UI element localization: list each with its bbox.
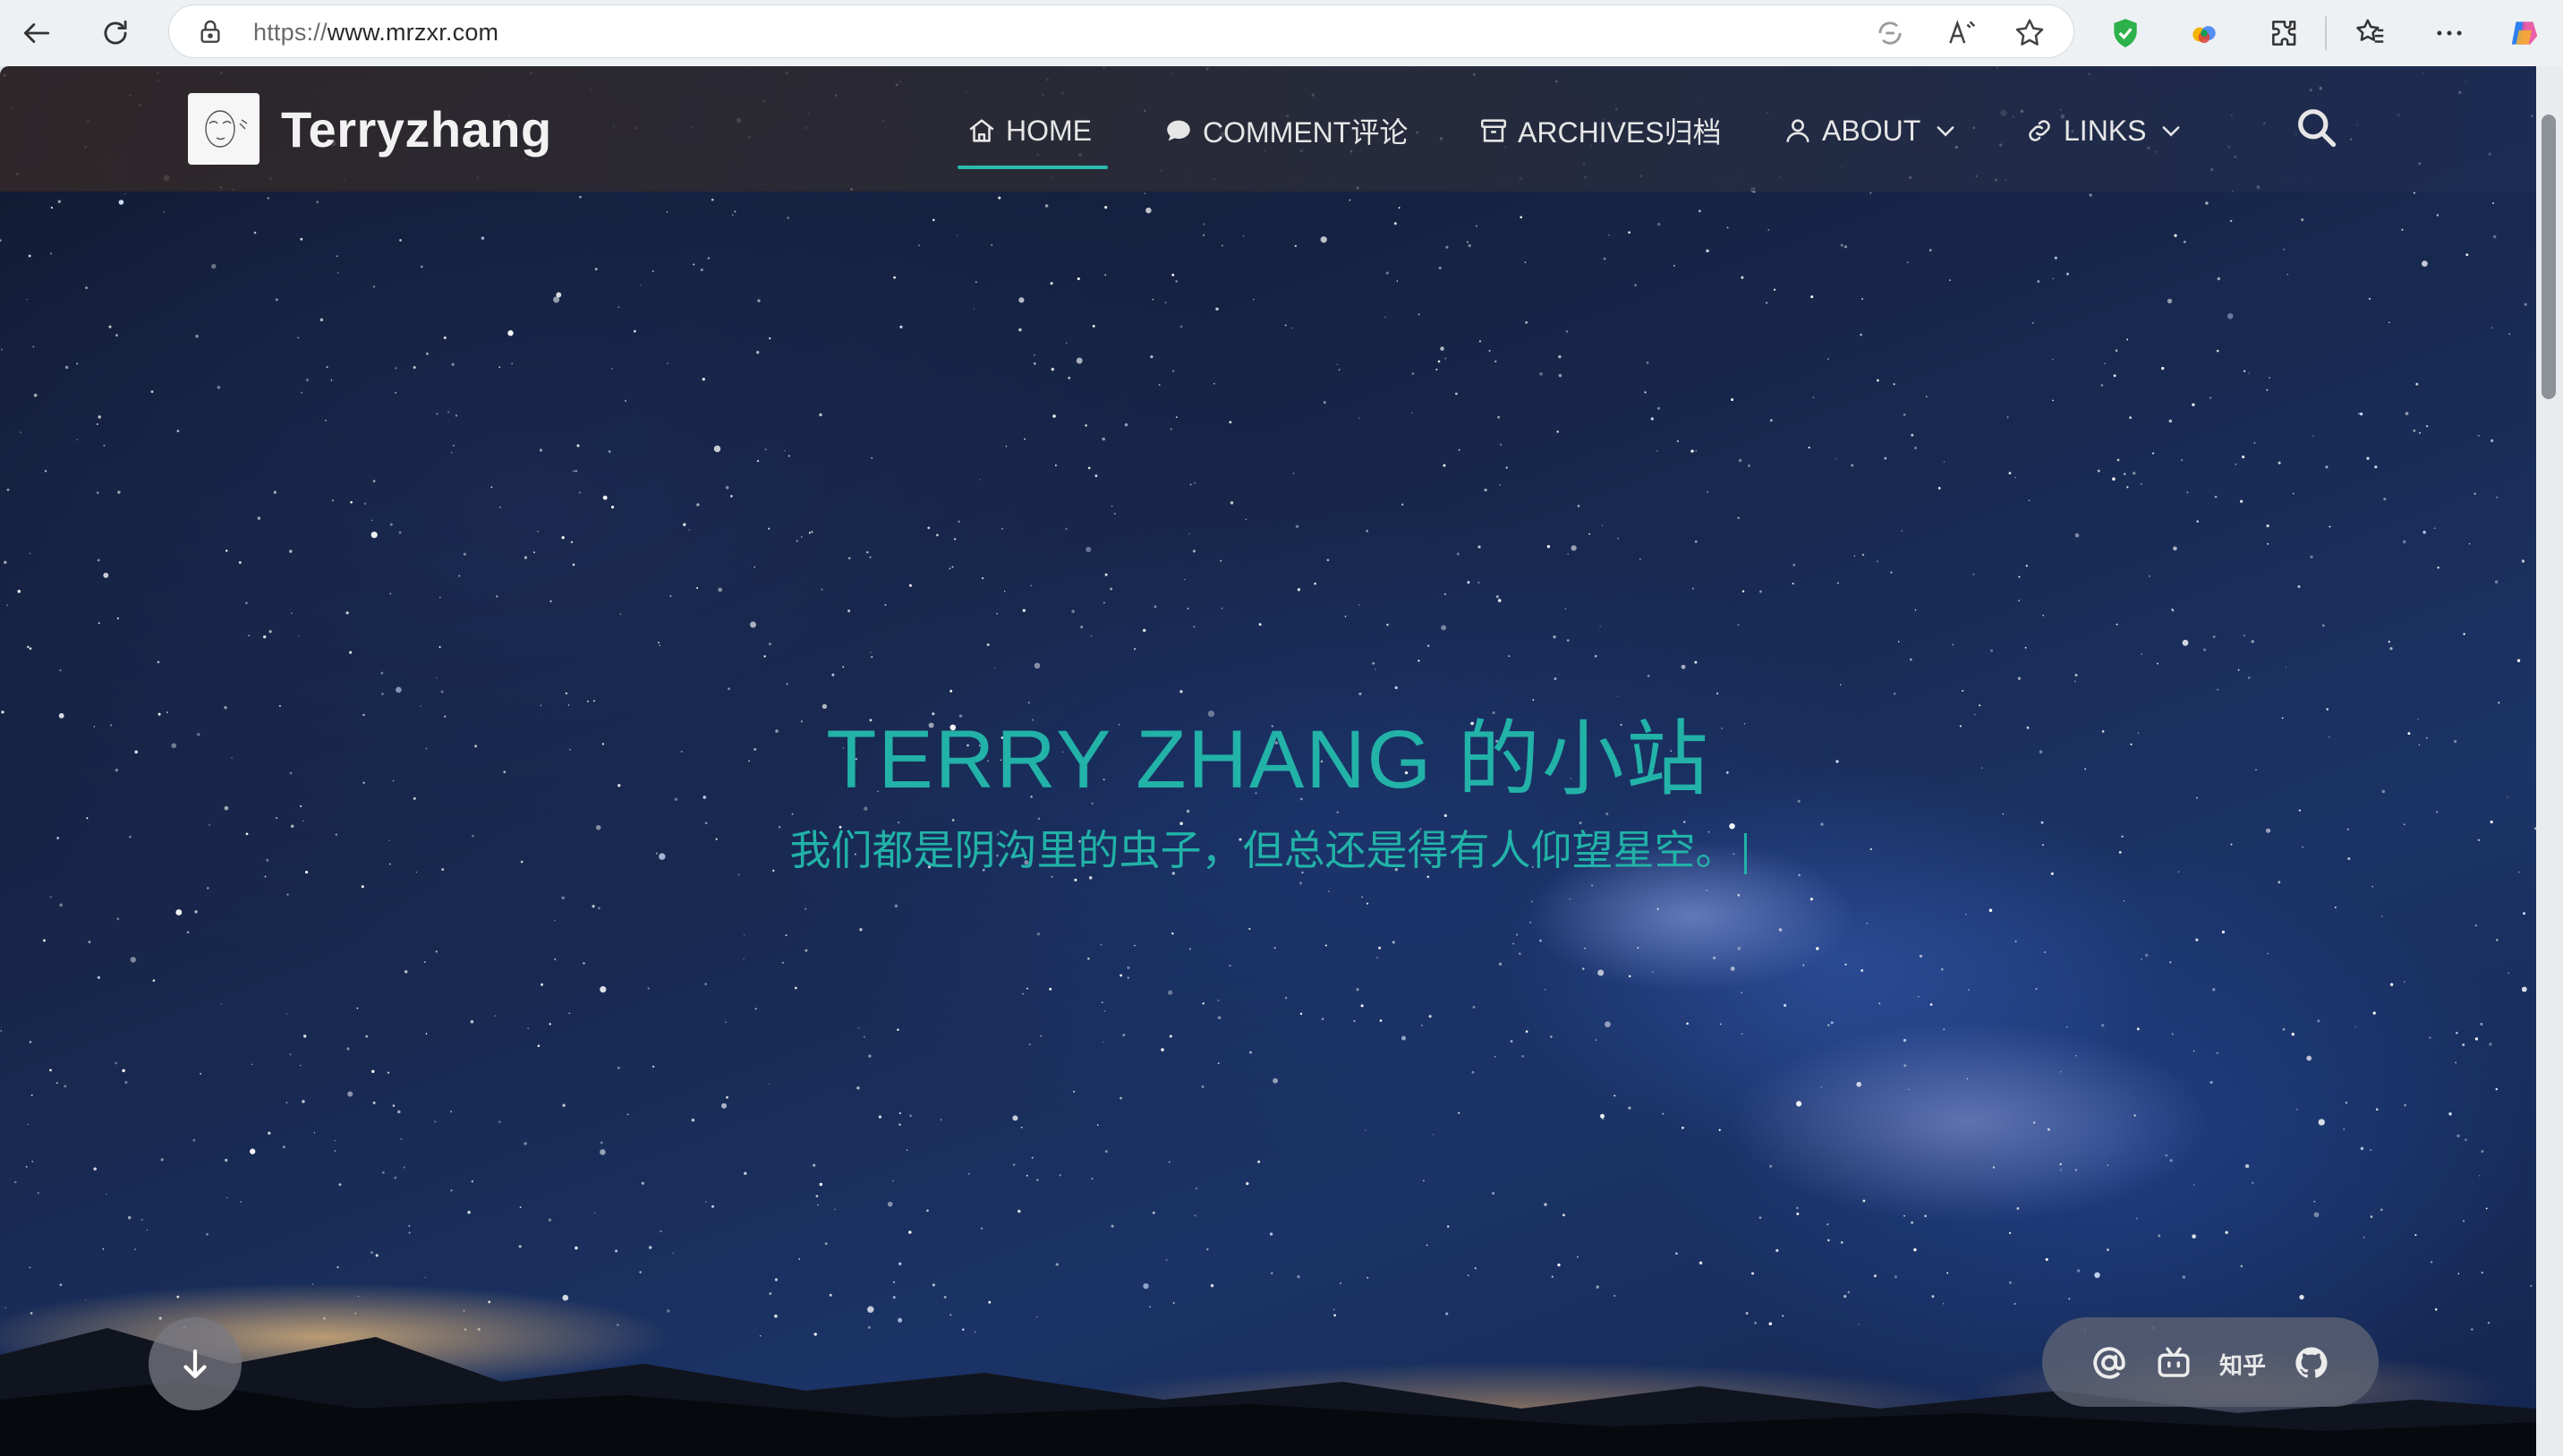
extensions-button[interactable] [2261, 9, 2309, 57]
zhihu-link[interactable]: 知乎 [2219, 1348, 2266, 1381]
chevron-down-icon [1937, 126, 1954, 137]
cloud-color-icon [2193, 26, 2216, 44]
nav-comment-label: COMMENT评论 [1203, 116, 1409, 149]
star-icon[interactable] [2013, 16, 2047, 50]
nav-home-label: HOME [1006, 114, 1092, 147]
url-scheme: https:// [253, 19, 328, 46]
nav-archives[interactable]: ARCHIVES归档 [1478, 113, 1722, 149]
chevron-down-icon [2163, 126, 2180, 137]
url-host: www.mrzxr.com [327, 19, 499, 46]
scroll-down-button[interactable] [149, 1317, 242, 1410]
copilot-button[interactable] [2500, 9, 2549, 57]
lock-icon [200, 20, 220, 43]
typing-cursor [1743, 832, 1747, 874]
puzzle-icon [2272, 21, 2296, 46]
comment-icon [1167, 120, 1190, 141]
address-bar[interactable]: https://www.mrzxr.com [168, 4, 2074, 58]
nav-archives-label: ARCHIVES归档 [1518, 116, 1722, 149]
more-button[interactable] [2425, 9, 2474, 57]
arrow-down-icon [183, 1349, 207, 1379]
site-title[interactable]: Terryzhang [281, 100, 552, 158]
nav-about-label: ABOUT [1822, 114, 1921, 147]
archive-icon [1480, 119, 1507, 142]
link-icon [2029, 120, 2050, 141]
search-icon[interactable] [2293, 104, 2339, 150]
arrow-left-icon [23, 23, 50, 43]
copilot-icon [2511, 21, 2538, 45]
nav-comment[interactable]: COMMENT评论 [1163, 113, 1408, 149]
immersive-reader-icon[interactable] [1873, 16, 1907, 50]
back-button[interactable] [13, 9, 61, 57]
favorites-icon [2356, 19, 2384, 43]
hero-subtitle-text: 我们都是阴沟里的虫子，但总还是得有人仰望星空。 [789, 827, 1737, 873]
toolbar-divider [2325, 16, 2327, 50]
url-text[interactable]: https://www.mrzxr.com [253, 19, 498, 47]
favorites-button[interactable] [2346, 9, 2395, 57]
shield-icon [2114, 19, 2137, 47]
social-links-bar: 知乎 [2042, 1317, 2379, 1407]
github-icon[interactable] [2293, 1344, 2330, 1382]
more-icon [2437, 30, 2462, 36]
nav-home[interactable]: HOME [966, 113, 1092, 149]
nav-links-label: LINKS [2064, 114, 2147, 147]
page-viewport: Terryzhang HOME COMMENT评论 ARCHIVES归档 ABO… [0, 66, 2536, 1456]
bilibili-icon[interactable] [2155, 1344, 2193, 1382]
site-header: Terryzhang HOME COMMENT评论 ARCHIVES归档 ABO… [0, 66, 2536, 192]
refresh-icon [104, 20, 127, 45]
user-icon [1786, 119, 1809, 142]
shield-extension-button[interactable] [2101, 9, 2150, 57]
email-icon[interactable] [2090, 1344, 2128, 1382]
read-aloud-icon[interactable] [1945, 16, 1979, 50]
hero-title: TERRY ZHANG 的小站 [826, 714, 1710, 805]
site-logo[interactable] [188, 93, 260, 165]
home-icon [969, 119, 994, 142]
nav-about[interactable]: ABOUT [1783, 113, 1958, 149]
cloud-extension-button[interactable] [2180, 9, 2228, 57]
browser-toolbar: https://www.mrzxr.com [0, 0, 2563, 66]
nav-links[interactable]: LINKS [2024, 113, 2184, 149]
hero-subtitle: 我们都是阴沟里的虫子，但总还是得有人仰望星空。 [0, 818, 2536, 877]
nav-active-indicator [958, 166, 1108, 169]
avatar-sketch-icon [205, 110, 248, 148]
scrollbar-thumb[interactable] [2542, 115, 2556, 399]
refresh-button[interactable] [91, 9, 140, 57]
